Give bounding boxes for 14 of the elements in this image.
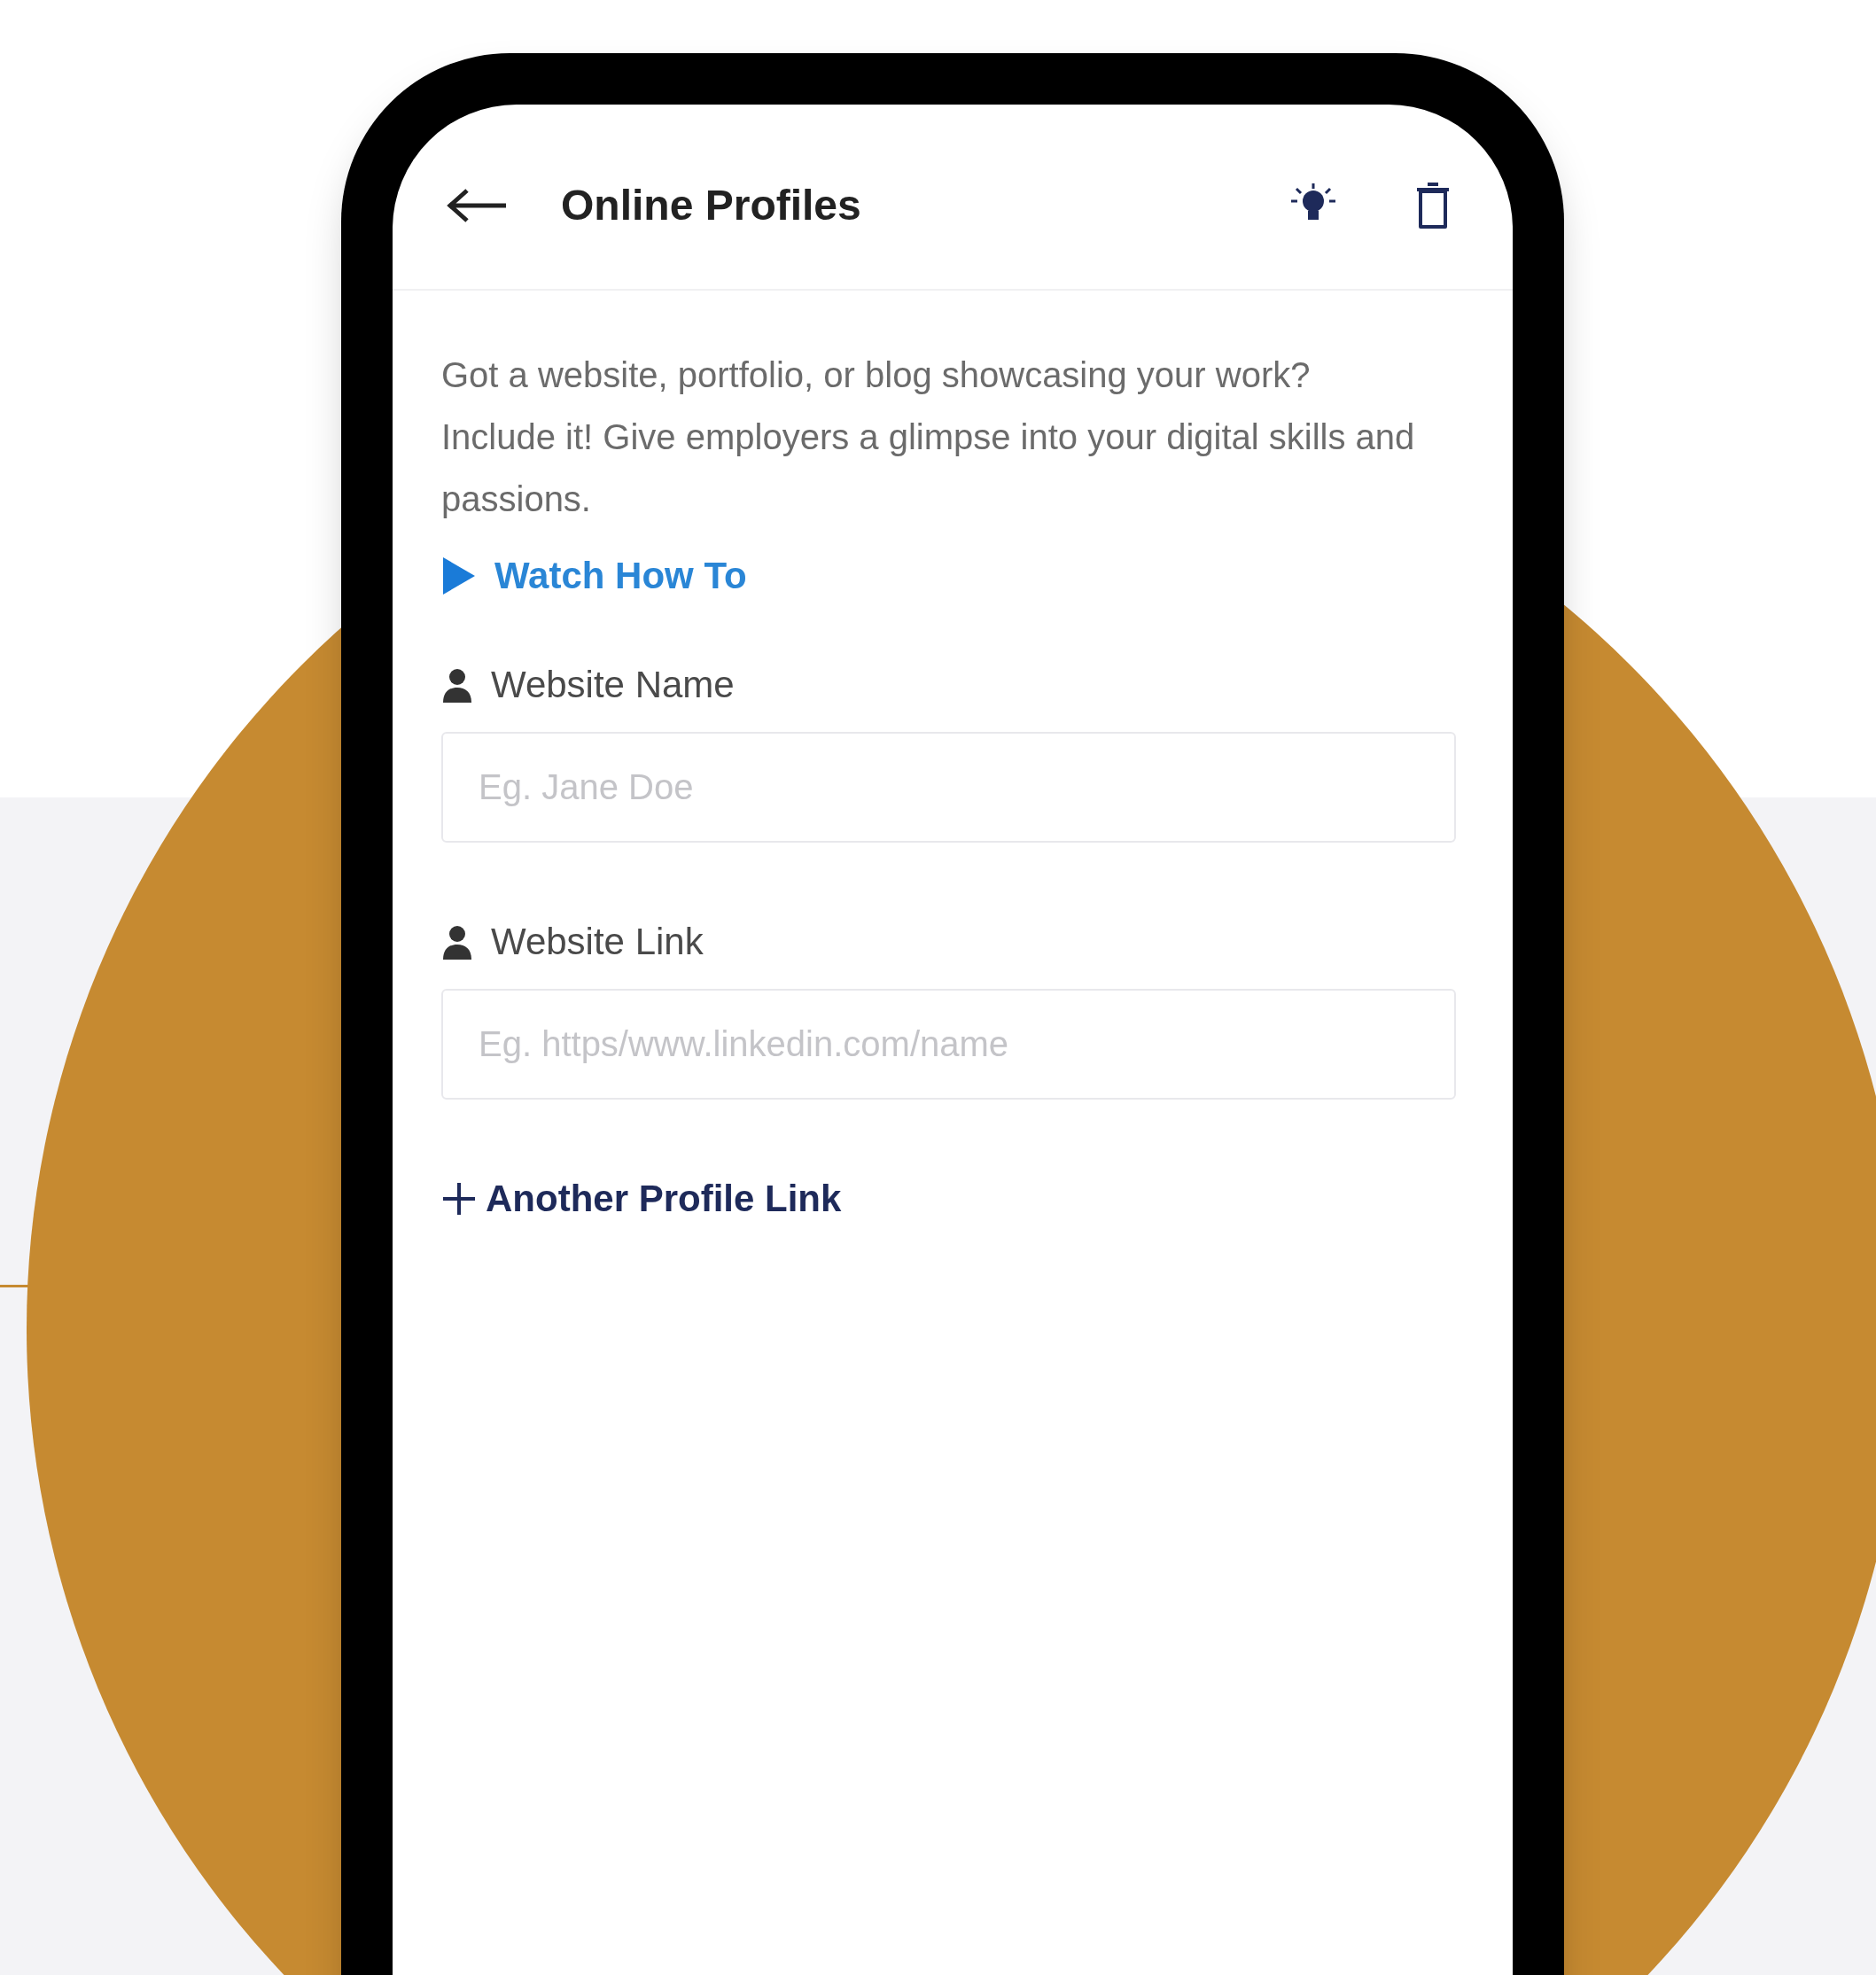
person-icon (441, 666, 473, 703)
back-arrow-icon (446, 188, 508, 223)
field-label: Website Name (491, 663, 735, 707)
input-field[interactable]: Eg. https/www.linkedin.com/name (441, 989, 1456, 1100)
field-label: Website Link (491, 920, 704, 964)
person-icon (441, 923, 473, 960)
watch-how-to-link[interactable]: Watch How To (441, 548, 1464, 603)
screen-title: Online Profiles (561, 181, 862, 230)
input-field[interactable]: Eg. Jane Doe (441, 732, 1456, 843)
description-text: Got a website, portfolio, or blog showcasing your work? Include it! Give employers a glimpse into your digital skills and passions. (441, 354, 1416, 520)
play-icon (441, 555, 477, 596)
add-profile-link-button[interactable]: Another Profile Link (441, 1170, 842, 1226)
trash-icon (1415, 181, 1451, 230)
plus-icon (441, 1180, 477, 1217)
